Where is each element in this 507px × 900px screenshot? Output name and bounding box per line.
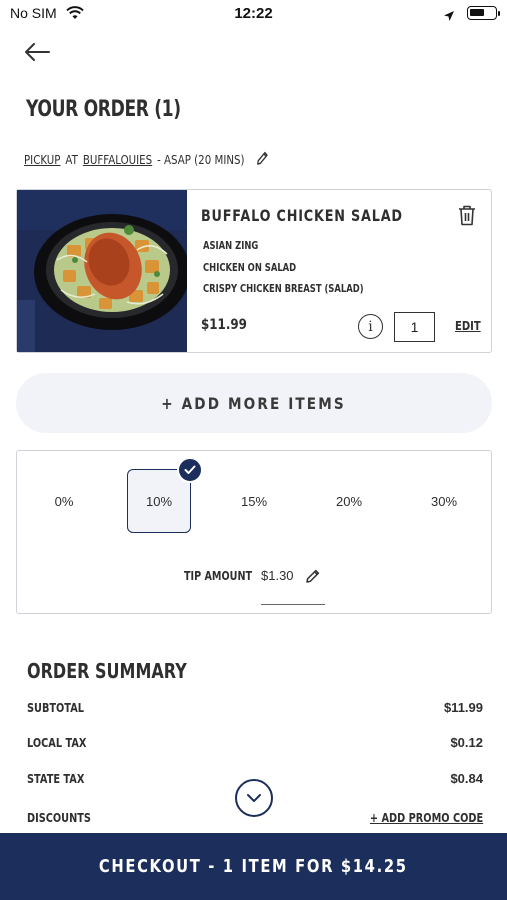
add-more-items-label: + ADD MORE ITEMS: [161, 393, 347, 413]
summary-value: $0.84: [450, 771, 483, 786]
summary-value: $11.99: [443, 700, 483, 715]
item-modifiers: ASIAN ZING CHICKEN ON SALAD CRISPY CHICK…: [203, 240, 404, 305]
battery-level: [470, 9, 484, 16]
add-promo-code-link[interactable]: + ADD PROMO CODE: [370, 810, 483, 825]
quantity-field[interactable]: [394, 312, 435, 342]
order-summary-title: ORDER SUMMARY: [27, 659, 187, 683]
tip-amount-value[interactable]: $1.30: [261, 568, 294, 583]
pickup-mode-link[interactable]: PICKUP: [24, 152, 61, 167]
checkout-label: CHECKOUT - 1 ITEM FOR $14.25: [99, 856, 408, 877]
tip-option-label: 10%: [145, 493, 173, 509]
salad-photo: [17, 190, 187, 352]
modifier: CRISPY CHICKEN BREAST (SALAD): [203, 283, 364, 295]
modifier: CHICKEN ON SALAD: [203, 261, 297, 274]
pickup-location-link[interactable]: BUFFALOUIES: [83, 152, 152, 167]
info-icon[interactable]: i: [358, 314, 383, 339]
tip-selector: 0% 10% 15% 20% 30% TIP AMOUNT $1.30: [16, 450, 492, 614]
tip-option-0[interactable]: 0%: [32, 469, 96, 533]
tip-amount-label: TIP AMOUNT: [184, 569, 253, 583]
pencil-icon[interactable]: [256, 150, 269, 169]
status-bar: No SIM 12:22: [0, 0, 507, 30]
order-item-card: BUFFALO CHICKEN SALAD ASIAN ZING CHICKEN…: [16, 189, 492, 353]
summary-label: LOCAL TAX: [27, 735, 87, 750]
tip-option-15[interactable]: 15%: [222, 469, 286, 533]
summary-label: STATE TAX: [27, 771, 85, 786]
clock: 12:22: [234, 5, 273, 22]
tip-option-20[interactable]: 20%: [317, 469, 381, 533]
checkout-button[interactable]: CHECKOUT - 1 ITEM FOR $14.25: [0, 833, 507, 900]
delete-item-button[interactable]: [457, 204, 477, 230]
item-name: BUFFALO CHICKEN SALAD: [201, 206, 403, 225]
discounts-label: DISCOUNTS: [27, 810, 91, 825]
summary-label: SUBTOTAL: [27, 700, 84, 715]
tip-amount-underline: [261, 604, 325, 605]
pickup-details: PICKUP AT BUFFALOUIES - ASAP (20 MINS): [24, 150, 269, 169]
summary-value: $0.12: [450, 735, 483, 750]
add-more-items-button[interactable]: + ADD MORE ITEMS: [16, 373, 492, 433]
pencil-icon[interactable]: [305, 568, 321, 588]
pickup-time-label: - ASAP (20 MINS): [157, 152, 245, 167]
checkmark-icon: [177, 457, 203, 483]
item-price: $11.99: [201, 317, 247, 333]
arrow-left-icon: [25, 43, 50, 61]
chevron-down-icon: [247, 794, 261, 802]
back-button[interactable]: [22, 40, 52, 64]
tip-option-30[interactable]: 30%: [412, 469, 476, 533]
modifier: ASIAN ZING: [203, 240, 259, 252]
tip-option-10[interactable]: 10%: [127, 457, 203, 533]
trash-icon: [459, 205, 475, 226]
battery-icon: [467, 6, 500, 20]
edit-item-link[interactable]: EDIT: [455, 318, 481, 333]
page-title: YOUR ORDER (1): [26, 97, 181, 122]
location-arrow-icon: [443, 7, 455, 26]
pickup-at-label: AT: [65, 152, 78, 167]
scroll-down-button[interactable]: [235, 779, 273, 817]
